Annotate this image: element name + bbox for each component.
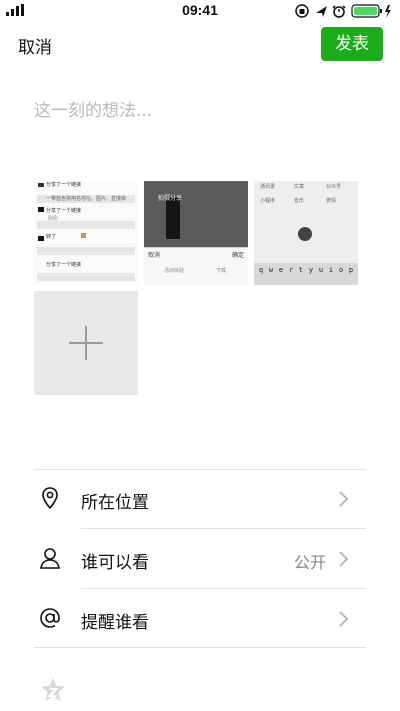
rotation-lock-icon xyxy=(295,4,309,18)
publish-button[interactable]: 发表 xyxy=(321,27,383,61)
status-icons xyxy=(295,4,391,18)
alarm-icon xyxy=(332,5,346,18)
divider xyxy=(34,469,366,470)
thumb3-label: 表情 xyxy=(326,198,337,204)
location-icon xyxy=(316,6,327,17)
thumb3-label: 通讯录 xyxy=(260,184,276,190)
at-sign-icon xyxy=(40,608,60,628)
keyboard-strip: q w e r t y u i o p xyxy=(254,263,358,285)
thumb1-subtext: 一带蓝色常用名地址、图片、直接库 xyxy=(46,196,127,202)
photo-thumbnail-1[interactable]: 分享了一个链接 一带蓝色常用名地址、图片、直接库 分享了一个链接 刚刚 转了 分… xyxy=(34,181,138,285)
post-text-input[interactable]: 这一刻的想法... xyxy=(34,96,152,121)
thumb1-row: 刚刚 xyxy=(48,216,59,222)
thumb1-row: 分享了一个链接 xyxy=(46,262,82,268)
photo-thumbnail-2[interactable]: 拍摄分享 取消 确定 活动体验 下载 xyxy=(144,181,248,285)
battery-charging-icon xyxy=(351,4,391,18)
option-label: 谁可以看 xyxy=(81,553,149,573)
thumb2-caption: 拍摄分享 xyxy=(158,195,183,202)
option-value: 公开 xyxy=(293,553,326,572)
thumb1-row: 转了 xyxy=(46,234,57,240)
thumb3-label: 小程序 xyxy=(260,198,276,204)
thumb2-footer: 活动体验 xyxy=(164,268,185,274)
thumb3-label: 公众号 xyxy=(326,184,342,190)
zone-icon[interactable] xyxy=(38,676,68,706)
thumb1-row: 分享了一个链接 xyxy=(46,208,82,214)
thumb3-label: 音乐 xyxy=(294,198,305,204)
thumb1-row: 分享了一个链接 xyxy=(46,182,82,188)
add-photo-button[interactable] xyxy=(34,291,138,395)
thumb3-label: 文章 xyxy=(294,184,305,190)
thumb2-footer: 下载 xyxy=(216,268,227,274)
chevron-right-icon xyxy=(339,551,349,567)
chevron-right-icon xyxy=(339,491,349,507)
status-bar: 09:41 xyxy=(0,0,400,22)
option-label: 提醒谁看 xyxy=(81,613,149,633)
thumb2-cancel: 取消 xyxy=(148,252,161,259)
photo-thumbnail-3[interactable]: 通讯录 文章 公众号 小程序 音乐 表情 q w e r t y u i o p xyxy=(254,181,358,285)
location-pin-icon xyxy=(42,487,58,510)
cancel-button[interactable]: 取消 xyxy=(18,33,52,58)
option-label: 所在位置 xyxy=(81,493,149,513)
person-icon xyxy=(40,548,60,569)
chevron-right-icon xyxy=(339,611,349,627)
thumb2-confirm: 确定 xyxy=(231,252,244,259)
